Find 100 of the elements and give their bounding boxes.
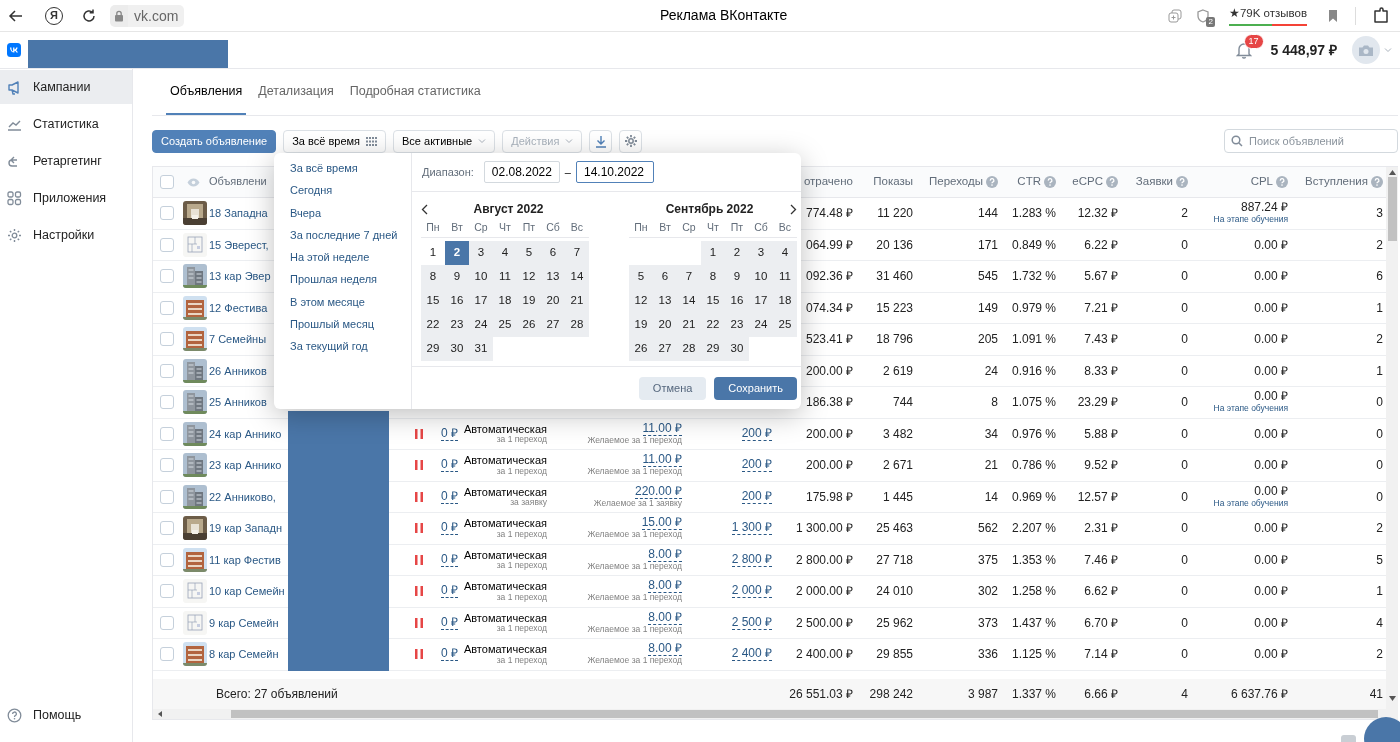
budget-link[interactable]: 0 ₽ <box>441 489 458 504</box>
pause-icon[interactable] <box>414 617 423 628</box>
checkbox[interactable] <box>160 237 174 252</box>
calendar-day[interactable]: 11 <box>493 265 517 289</box>
calendar-day[interactable]: 14 <box>677 289 701 313</box>
checkbox[interactable] <box>160 175 174 189</box>
ad-link[interactable]: 25 Анников <box>207 396 267 409</box>
help-icon[interactable] <box>1106 176 1118 188</box>
vertical-scrollbar[interactable] <box>1386 167 1398 719</box>
calendar-day[interactable]: 22 <box>701 313 725 337</box>
preset-link[interactable]: На этой неделе <box>290 246 370 269</box>
bid-link[interactable]: 8.00 ₽ <box>648 579 682 594</box>
preset-link[interactable]: Прошлый месяц <box>290 313 374 336</box>
column-header[interactable]: CTR <box>1017 173 1041 191</box>
calendar-day[interactable]: 25 <box>493 313 517 337</box>
help-icon[interactable] <box>1176 176 1188 188</box>
calendar-day[interactable]: 6 <box>541 241 565 265</box>
calendar-day[interactable]: 17 <box>749 289 773 313</box>
calendar-day[interactable]: 13 <box>653 289 677 313</box>
calendar-day[interactable]: 15 <box>701 289 725 313</box>
pause-icon[interactable] <box>414 649 423 660</box>
pause-icon[interactable] <box>414 460 423 471</box>
calendar-day[interactable]: 9 <box>445 265 469 289</box>
calendar-day[interactable]: 28 <box>565 313 589 337</box>
ad-link[interactable]: 24 кар Аннико <box>207 427 282 440</box>
tabs-icon[interactable] <box>1167 8 1182 23</box>
calendar-day[interactable]: 8 <box>421 265 445 289</box>
calendar-day[interactable]: 10 <box>749 265 773 289</box>
calendar-day[interactable]: 28 <box>677 337 701 361</box>
scrollbar-thumb[interactable] <box>231 710 1378 718</box>
eye-icon[interactable] <box>186 177 200 187</box>
checkbox[interactable] <box>160 489 174 504</box>
calendar-day[interactable]: 4 <box>493 241 517 265</box>
ad-link[interactable]: 10 кар Семейн <box>207 585 285 598</box>
pause-icon[interactable] <box>414 428 423 439</box>
reviews-link[interactable]: ★79K отзывов <box>1228 5 1307 26</box>
logo-icon[interactable] <box>7 43 21 57</box>
settings-button[interactable] <box>619 129 643 153</box>
checkbox[interactable] <box>160 395 174 410</box>
reload-icon[interactable] <box>81 7 97 24</box>
column-header[interactable]: eCPC <box>1072 173 1103 191</box>
scroll-down-icon[interactable] <box>1388 696 1396 701</box>
save-button[interactable]: Сохранить <box>714 376 797 400</box>
calendar-day[interactable]: 7 <box>565 241 589 265</box>
bookmark-icon[interactable] <box>1327 8 1339 23</box>
budget-link[interactable]: 0 ₽ <box>441 521 458 536</box>
calendar-day[interactable]: 26 <box>629 337 653 361</box>
ad-link[interactable]: 26 Анников <box>207 364 267 377</box>
bid-link[interactable]: 15.00 ₽ <box>641 516 682 531</box>
calendar-day[interactable]: 6 <box>653 265 677 289</box>
checkbox[interactable] <box>160 521 174 536</box>
bid-link[interactable]: 220.00 ₽ <box>634 484 682 499</box>
budget-link[interactable]: 0 ₽ <box>441 552 458 567</box>
ad-link[interactable]: 8 кар Семейн <box>207 648 279 661</box>
calendar-day[interactable]: 9 <box>725 265 749 289</box>
calendar-day[interactable]: 5 <box>629 265 653 289</box>
calendar-day[interactable]: 2 <box>725 241 749 265</box>
calendar-day[interactable]: 10 <box>469 265 493 289</box>
pause-icon[interactable] <box>414 523 423 534</box>
budget-link[interactable]: 0 ₽ <box>441 426 458 441</box>
calendar-day[interactable]: 18 <box>493 289 517 313</box>
ad-link[interactable]: 19 кар Западн <box>207 522 282 535</box>
pause-icon[interactable] <box>414 491 423 502</box>
tab[interactable]: Подробная статистика <box>345 82 485 115</box>
sidebar-item[interactable]: Приложения <box>0 181 132 215</box>
bid-link[interactable]: 8.00 ₽ <box>648 610 682 625</box>
help-icon[interactable] <box>1044 176 1056 188</box>
calendar-day[interactable]: 30 <box>725 337 749 361</box>
filter-dropdown[interactable]: Все активные <box>393 129 496 153</box>
chevron-right-icon[interactable] <box>790 203 797 215</box>
limit-link[interactable]: 2 400 ₽ <box>731 647 772 662</box>
sidebar-item[interactable]: Настройки <box>0 218 132 252</box>
scrollbar-thumb[interactable] <box>1387 177 1397 241</box>
checkbox[interactable] <box>160 615 174 630</box>
calendar-day[interactable]: 4 <box>773 241 797 265</box>
calendar-day[interactable]: 14 <box>565 265 589 289</box>
calendar-day[interactable]: 29 <box>701 337 725 361</box>
calendar-day[interactable]: 16 <box>725 289 749 313</box>
tab[interactable]: Детализация <box>254 82 338 115</box>
bid-link[interactable]: 8.00 ₽ <box>648 642 682 657</box>
calendar-day[interactable]: 13 <box>541 265 565 289</box>
ad-link[interactable]: 9 кар Семейн <box>207 616 279 629</box>
budget-link[interactable]: 0 ₽ <box>441 584 458 599</box>
scroll-up-icon[interactable] <box>1388 170 1396 175</box>
pause-icon[interactable] <box>414 554 423 565</box>
limit-link[interactable]: 2 500 ₽ <box>731 615 772 630</box>
calendar-day[interactable]: 5 <box>517 241 541 265</box>
limit-link[interactable]: 200 ₽ <box>741 458 772 473</box>
preset-link[interactable]: Вчера <box>290 201 322 224</box>
checkbox[interactable] <box>160 363 174 378</box>
limit-link[interactable]: 200 ₽ <box>741 489 772 504</box>
chevron-left-icon[interactable] <box>421 203 428 215</box>
budget-link[interactable]: 0 ₽ <box>441 458 458 473</box>
calendar-day[interactable]: 1 <box>421 241 445 265</box>
ad-link[interactable]: 22 Анниково, <box>207 490 276 503</box>
calendar-day[interactable]: 19 <box>629 313 653 337</box>
calendar-day[interactable]: 2 <box>445 241 469 265</box>
calendar-day[interactable]: 22 <box>421 313 445 337</box>
calendar-day[interactable]: 25 <box>773 313 797 337</box>
calendar-day[interactable]: 23 <box>445 313 469 337</box>
